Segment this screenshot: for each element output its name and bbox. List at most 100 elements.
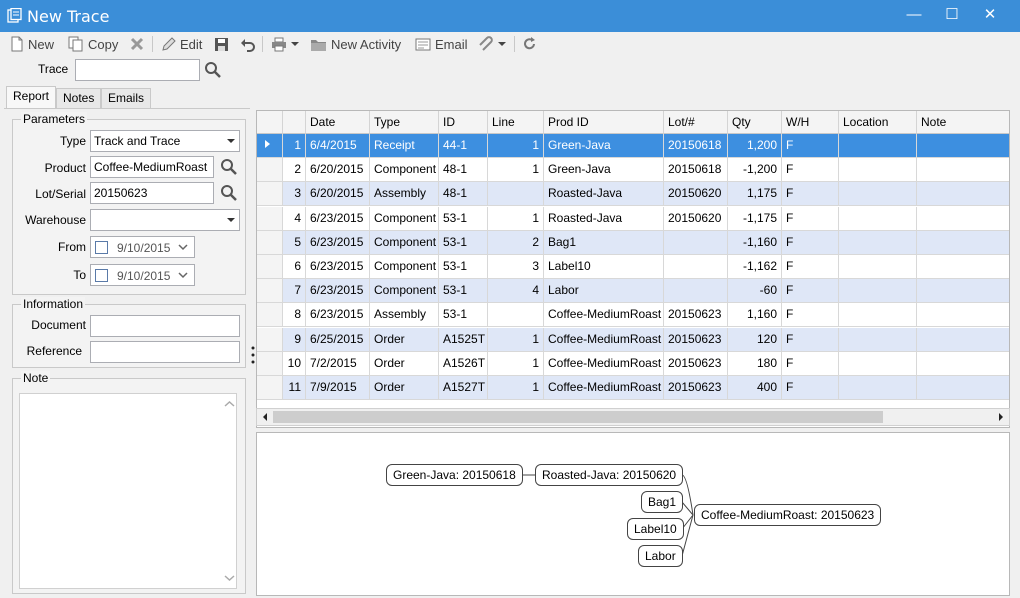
cell-date[interactable]: 6/23/2015 <box>306 206 370 231</box>
cell-wh[interactable]: F <box>782 376 839 400</box>
table-row[interactable]: 3 6/20/2015 Assembly 48-1 Roasted-Java 201506… <box>257 182 1009 207</box>
cell-id[interactable]: 48-1 <box>439 182 488 207</box>
cell-note[interactable] <box>917 352 1009 376</box>
cell-line[interactable]: 1 <box>488 327 544 352</box>
cell-type[interactable]: Component <box>370 230 439 255</box>
cell-wh[interactable]: F <box>782 182 839 207</box>
cell-row-number[interactable]: 6 <box>283 255 306 279</box>
cell-lot[interactable] <box>664 279 728 304</box>
trace-input[interactable] <box>75 59 200 81</box>
cell-id[interactable]: 53-1 <box>439 230 488 255</box>
column-header-location[interactable]: Location <box>839 111 917 134</box>
cell-date[interactable]: 6/4/2015 <box>306 134 370 158</box>
row-selector[interactable] <box>257 158 283 183</box>
new-activity-button[interactable]: New Activity <box>310 35 401 53</box>
cell-row-number[interactable]: 4 <box>283 206 306 231</box>
row-selector[interactable] <box>257 255 283 279</box>
cell-line[interactable]: 2 <box>488 230 544 255</box>
cell-note[interactable] <box>917 255 1009 279</box>
cell-lot[interactable]: 20150623 <box>664 303 728 328</box>
save-button[interactable] <box>214 35 229 53</box>
cell-wh[interactable]: F <box>782 206 839 231</box>
print-button[interactable] <box>271 35 299 53</box>
cell-id[interactable]: 53-1 <box>439 255 488 279</box>
cell-row-number[interactable]: 2 <box>283 158 306 183</box>
row-selector[interactable] <box>257 351 283 376</box>
attach-button[interactable] <box>478 35 506 53</box>
cell-lot[interactable]: 20150618 <box>664 134 728 158</box>
cell-location[interactable] <box>839 279 917 304</box>
to-date-checkbox[interactable] <box>95 269 108 282</box>
cell-location[interactable] <box>839 158 917 183</box>
row-selector[interactable] <box>257 182 283 207</box>
cell-type[interactable]: Order <box>370 376 439 400</box>
row-selector[interactable] <box>257 134 283 158</box>
cell-date[interactable]: 6/20/2015 <box>306 158 370 183</box>
cell-lot[interactable]: 20150620 <box>664 206 728 231</box>
new-button[interactable]: New <box>10 35 54 53</box>
cell-line[interactable]: 4 <box>488 279 544 304</box>
cell-type[interactable]: Order <box>370 327 439 352</box>
product-search-button[interactable] <box>220 158 238 179</box>
cell-row-number[interactable]: 9 <box>283 327 306 352</box>
grid-horizontal-scrollbar[interactable] <box>256 408 1010 426</box>
cell-id[interactable]: A1525T <box>439 327 488 352</box>
cell-date[interactable]: 6/23/2015 <box>306 255 370 279</box>
cell-type[interactable]: Order <box>370 351 439 376</box>
cell-location[interactable] <box>839 206 917 231</box>
cell-type[interactable]: Component <box>370 206 439 231</box>
cell-line[interactable] <box>488 303 544 328</box>
cell-type[interactable]: Component <box>370 158 439 183</box>
cell-row-number[interactable]: 7 <box>283 279 306 304</box>
cell-qty[interactable]: 1,175 <box>728 182 782 207</box>
column-header-type[interactable]: Type <box>370 111 439 134</box>
diagram-node-labor[interactable]: Labor <box>638 545 683 567</box>
cell-prod-id[interactable]: Roasted-Java <box>544 182 664 207</box>
cell-row-number[interactable]: 5 <box>283 230 306 255</box>
cell-prod-id[interactable]: Labor <box>544 279 664 304</box>
cell-prod-id[interactable]: Bag1 <box>544 230 664 255</box>
cell-note[interactable] <box>917 182 1009 207</box>
cell-note[interactable] <box>917 134 1009 158</box>
cell-qty[interactable]: 1,160 <box>728 303 782 328</box>
column-header-lot[interactable]: Lot/# <box>664 111 728 134</box>
cell-date[interactable]: 6/23/2015 <box>306 230 370 255</box>
document-input[interactable] <box>90 315 240 337</box>
tab-notes[interactable]: Notes <box>56 88 102 108</box>
column-header-line[interactable]: Line <box>488 111 544 134</box>
cell-line[interactable]: 1 <box>488 376 544 400</box>
copy-button[interactable]: Copy <box>68 35 118 53</box>
cell-prod-id[interactable]: Coffee-MediumRoast <box>544 376 664 400</box>
email-button[interactable]: Email <box>415 35 468 53</box>
warehouse-select[interactable] <box>90 209 240 231</box>
diagram-node-roasted-java[interactable]: Roasted-Java: 20150620 <box>535 464 684 486</box>
table-row[interactable]: 5 6/23/2015 Component 53-1 2 Bag1 -1,160 F <box>257 230 1009 255</box>
cell-id[interactable]: 48-1 <box>439 158 488 183</box>
row-selector[interactable] <box>257 327 283 352</box>
cell-row-number[interactable]: 3 <box>283 182 306 207</box>
column-header-qty[interactable]: Qty <box>728 111 782 134</box>
to-date-picker[interactable]: 9/10/2015 <box>90 264 195 286</box>
cell-prod-id[interactable]: Green-Java <box>544 158 664 183</box>
cell-note[interactable] <box>917 207 1009 231</box>
cell-prod-id[interactable]: Roasted-Java <box>544 206 664 231</box>
trace-search-button[interactable] <box>204 61 222 82</box>
tab-emails[interactable]: Emails <box>101 88 152 108</box>
cell-note[interactable] <box>917 279 1009 304</box>
cell-lot[interactable] <box>664 230 728 255</box>
trace-grid[interactable]: Date Type ID Line Prod ID Lot/# Qty W/H Location… <box>256 110 1010 428</box>
column-header-date[interactable]: Date <box>306 111 370 134</box>
cell-lot[interactable]: 20150623 <box>664 376 728 400</box>
diagram-node-coffee-mediumroast[interactable]: Coffee-MediumRoast: 20150623 <box>694 504 882 526</box>
close-button[interactable]: ✕ <box>975 5 1005 25</box>
table-row[interactable]: 1 6/4/2015 Receipt 44-1 1 Green-Java 20150618 1… <box>257 134 1009 158</box>
table-row[interactable]: 6 6/23/2015 Component 53-1 3 Label10 -1,162 F <box>257 255 1009 279</box>
cell-note[interactable] <box>917 158 1009 183</box>
cell-lot[interactable]: 20150618 <box>664 158 728 183</box>
cell-location[interactable] <box>839 255 917 279</box>
cell-id[interactable]: 53-1 <box>439 279 488 304</box>
vertical-splitter-grip[interactable] <box>251 344 255 368</box>
cell-date[interactable]: 6/23/2015 <box>306 303 370 328</box>
cell-wh[interactable]: F <box>782 134 839 158</box>
column-header-note[interactable]: Note <box>917 111 1009 134</box>
